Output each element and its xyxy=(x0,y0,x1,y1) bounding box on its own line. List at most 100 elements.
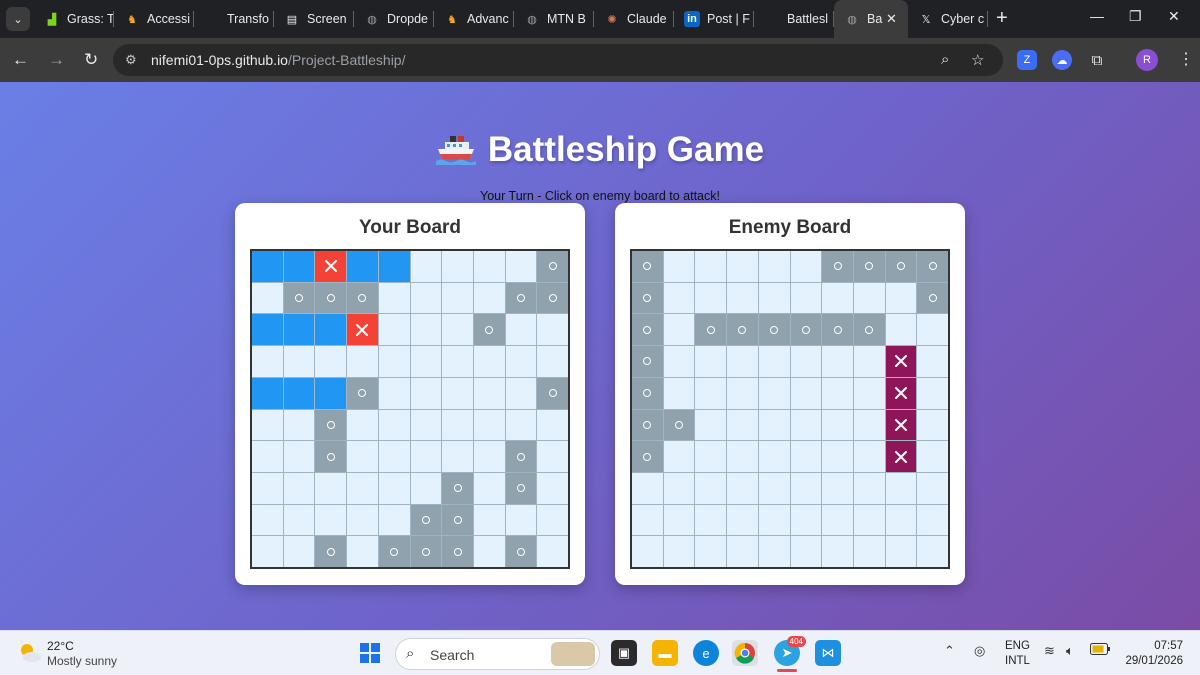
enemy-board-cell-empty[interactable] xyxy=(822,377,853,409)
enemy-board-cell-empty[interactable] xyxy=(917,536,948,567)
extensions-puzzle-icon[interactable]: ⧉ xyxy=(1087,50,1107,70)
weather-temperature[interactable]: 22°C xyxy=(47,639,74,653)
new-tab-button[interactable]: + xyxy=(996,7,1008,30)
enemy-board-cell-empty[interactable] xyxy=(632,472,663,504)
enemy-board-cell-empty[interactable] xyxy=(822,472,853,504)
enemy-board-cell-miss[interactable] xyxy=(885,251,917,282)
enemy-board-cell-sunk[interactable] xyxy=(885,441,917,472)
enemy-board-cell-empty[interactable] xyxy=(663,504,695,536)
enemy-board-cell-empty[interactable] xyxy=(663,346,695,377)
enemy-board-cell-miss[interactable] xyxy=(917,251,948,282)
extension-cloud-icon[interactable]: ☁ xyxy=(1052,50,1072,70)
file-explorer-icon[interactable]: ▬ xyxy=(652,640,678,666)
reload-icon[interactable]: ↻ xyxy=(84,50,98,70)
enemy-board-cell-empty[interactable] xyxy=(727,346,758,377)
language-indicator[interactable]: ENG INTL xyxy=(1005,639,1030,669)
enemy-board-cell-empty[interactable] xyxy=(758,441,790,472)
battery-icon[interactable] xyxy=(1090,643,1110,658)
enemy-board-cell-empty[interactable] xyxy=(790,536,822,567)
address-bar[interactable]: ⚙ nifemi01-0ps.github.io/Project-Battles… xyxy=(113,44,1003,76)
enemy-board-cell-miss[interactable] xyxy=(632,314,663,346)
enemy-board-cell-miss[interactable] xyxy=(790,314,822,346)
enemy-board-cell-empty[interactable] xyxy=(790,251,822,282)
browser-tab[interactable]: Battlesl xyxy=(754,0,834,38)
enemy-board-cell-empty[interactable] xyxy=(853,282,885,314)
enemy-board-cell-empty[interactable] xyxy=(758,346,790,377)
enemy-board-cell-empty[interactable] xyxy=(853,472,885,504)
edge-browser-icon[interactable]: e xyxy=(693,640,719,666)
browser-tab[interactable]: Transfo xyxy=(194,0,274,38)
enemy-board-cell-empty[interactable] xyxy=(758,472,790,504)
browser-tab[interactable]: ✺ Claude xyxy=(594,0,674,38)
enemy-board-cell-empty[interactable] xyxy=(632,504,663,536)
enemy-board-cell-empty[interactable] xyxy=(727,377,758,409)
enemy-board-cell-empty[interactable] xyxy=(790,409,822,441)
enemy-board-cell-empty[interactable] xyxy=(663,251,695,282)
taskbar-search-box[interactable]: ⌕ Search xyxy=(395,638,600,670)
enemy-board-cell-miss[interactable] xyxy=(853,251,885,282)
tab-close-icon[interactable]: ✕ xyxy=(886,11,902,27)
minimize-icon[interactable]: — xyxy=(1090,8,1104,24)
enemy-board-cell-empty[interactable] xyxy=(758,377,790,409)
enemy-board-cell-empty[interactable] xyxy=(695,441,727,472)
enemy-board-cell-empty[interactable] xyxy=(695,377,727,409)
tray-app-icon[interactable]: ◎ xyxy=(974,643,985,659)
enemy-board-cell-miss[interactable] xyxy=(758,314,790,346)
enemy-board-cell-empty[interactable] xyxy=(727,504,758,536)
enemy-board-cell-empty[interactable] xyxy=(885,472,917,504)
enemy-board-cell-empty[interactable] xyxy=(790,472,822,504)
enemy-board-cell-empty[interactable] xyxy=(632,536,663,567)
enemy-board-cell-empty[interactable] xyxy=(790,377,822,409)
weather-description[interactable]: Mostly sunny xyxy=(47,654,117,668)
enemy-board-cell-empty[interactable] xyxy=(917,314,948,346)
telegram-icon[interactable]: ➤ 404 xyxy=(774,636,806,672)
volume-icon[interactable]: 🔈︎ xyxy=(1066,643,1074,659)
enemy-board-cell-empty[interactable] xyxy=(663,314,695,346)
enemy-board-cell-empty[interactable] xyxy=(727,536,758,567)
enemy-board-cell-miss[interactable] xyxy=(632,251,663,282)
enemy-board-cell-miss[interactable] xyxy=(822,251,853,282)
browser-tab[interactable]: ▤ Screen xyxy=(274,0,354,38)
enemy-board-cell-empty[interactable] xyxy=(853,346,885,377)
enemy-board-cell-miss[interactable] xyxy=(917,282,948,314)
enemy-board-cell-empty[interactable] xyxy=(853,536,885,567)
enemy-board-cell-empty[interactable] xyxy=(790,504,822,536)
enemy-board-cell-miss[interactable] xyxy=(632,377,663,409)
enemy-board-cell-empty[interactable] xyxy=(822,536,853,567)
enemy-board-cell-empty[interactable] xyxy=(695,346,727,377)
browser-tab[interactable]: ▟ Grass: T xyxy=(34,0,114,38)
enemy-board-cell-empty[interactable] xyxy=(853,504,885,536)
tab-search-button[interactable]: ⌄ xyxy=(6,7,30,31)
enemy-board-cell-empty[interactable] xyxy=(663,377,695,409)
enemy-board-cell-empty[interactable] xyxy=(853,377,885,409)
enemy-board-cell-empty[interactable] xyxy=(917,504,948,536)
enemy-board-cell-empty[interactable] xyxy=(853,441,885,472)
browser-tab[interactable]: ♞ Accessi xyxy=(114,0,194,38)
enemy-board-cell-empty[interactable] xyxy=(822,409,853,441)
enemy-board-cell-empty[interactable] xyxy=(790,346,822,377)
extension-z-icon[interactable]: Z xyxy=(1017,50,1037,70)
enemy-board-cell-sunk[interactable] xyxy=(885,346,917,377)
windows-start-icon[interactable] xyxy=(357,640,383,666)
browser-tab[interactable]: ◍ Dropde xyxy=(354,0,434,38)
enemy-board-grid[interactable] xyxy=(630,249,950,569)
enemy-board-cell-miss[interactable] xyxy=(632,282,663,314)
enemy-board-cell-miss[interactable] xyxy=(822,314,853,346)
enemy-board-cell-empty[interactable] xyxy=(663,536,695,567)
enemy-board-cell-empty[interactable] xyxy=(727,251,758,282)
enemy-board-cell-empty[interactable] xyxy=(885,504,917,536)
wifi-icon[interactable]: ≋ xyxy=(1044,643,1055,659)
back-icon[interactable]: ← xyxy=(12,50,29,70)
system-clock[interactable]: 07:57 29/01/2026 xyxy=(1118,639,1183,669)
browser-menu-icon[interactable]: ⋮ xyxy=(1178,49,1194,69)
tray-overflow-icon[interactable]: ⌃ xyxy=(944,643,955,659)
browser-tab[interactable]: in Post | F xyxy=(674,0,754,38)
profile-avatar[interactable]: R xyxy=(1136,49,1158,71)
enemy-board-cell-empty[interactable] xyxy=(663,441,695,472)
enemy-board-cell-empty[interactable] xyxy=(917,377,948,409)
task-view-icon[interactable]: ▣ xyxy=(611,640,637,666)
enemy-board-cell-empty[interactable] xyxy=(758,251,790,282)
enemy-board-cell-empty[interactable] xyxy=(663,472,695,504)
enemy-board-cell-miss[interactable] xyxy=(663,409,695,441)
enemy-board-cell-empty[interactable] xyxy=(917,441,948,472)
